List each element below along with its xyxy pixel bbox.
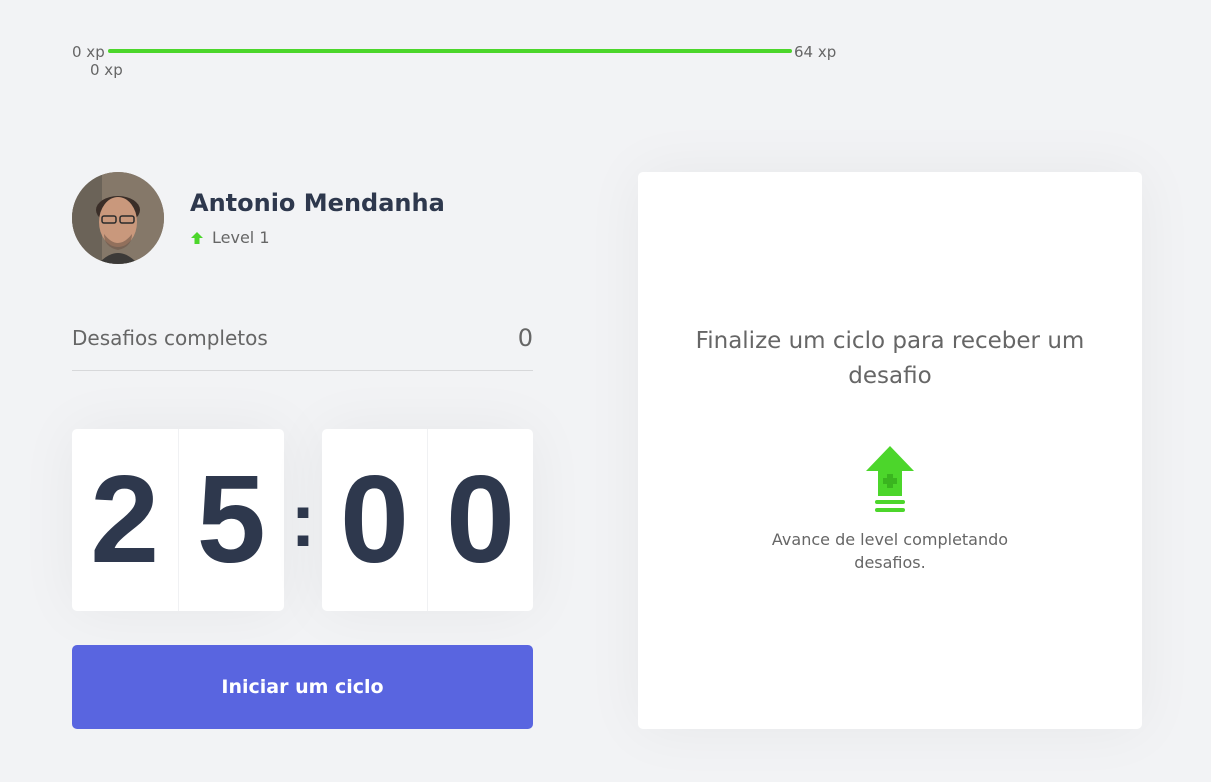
- start-cycle-button[interactable]: Iniciar um ciclo: [72, 645, 533, 729]
- experience-bar: 0 xp 64 xp 0 xp: [72, 40, 842, 80]
- second-tens-digit: 0: [322, 429, 428, 611]
- avatar: [72, 172, 164, 264]
- challenge-box: Finalize um ciclo para receber um desafi…: [638, 172, 1142, 729]
- level-up-icon: [866, 446, 914, 512]
- profile: Antonio Mendanha Level 1: [72, 172, 532, 264]
- countdown: 2 5 : 0 0: [72, 429, 533, 611]
- level-up-arrow-icon: [191, 231, 203, 244]
- completed-challenges: Desafios completos 0: [72, 322, 533, 371]
- xp-fill: [108, 49, 792, 53]
- challenge-box-hint: Avance de level completando desafios.: [771, 530, 1009, 572]
- countdown-seconds: 0 0: [322, 429, 533, 611]
- xp-max-label: 64 xp: [794, 43, 837, 61]
- challenge-box-title: Finalize um ciclo para receber um desafi…: [695, 328, 1085, 389]
- minute-tens-digit: 2: [72, 429, 179, 611]
- profile-level-label: Level 1: [212, 228, 270, 247]
- xp-track: [108, 49, 792, 53]
- second-ones-digit: 0: [446, 451, 515, 589]
- xp-min-label: 0 xp: [72, 43, 105, 61]
- completed-challenges-count: 0: [517, 324, 533, 352]
- countdown-minutes: 2 5: [72, 429, 284, 611]
- minute-ones-digit: 5: [196, 451, 266, 589]
- countdown-separator: :: [290, 477, 316, 563]
- completed-challenges-label: Desafios completos: [72, 326, 268, 350]
- profile-level: Level 1: [190, 228, 270, 247]
- xp-current-label: 0 xp: [90, 61, 123, 79]
- profile-name: Antonio Mendanha: [190, 189, 445, 217]
